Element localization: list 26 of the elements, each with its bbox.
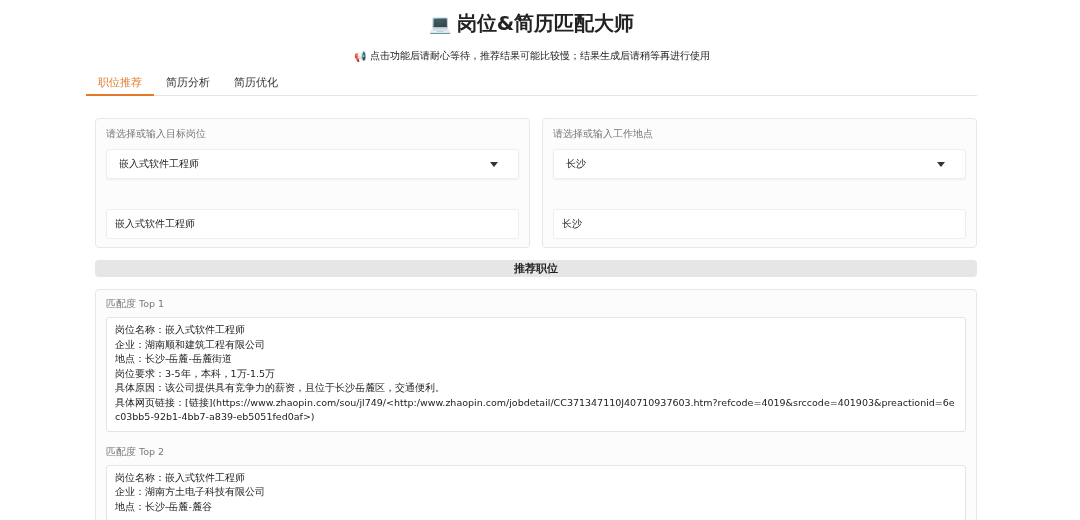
result-line: 企业：湖南顺和建筑工程有限公司 [115, 337, 266, 352]
field-label: 请选择或输入工作地点 [553, 127, 654, 141]
notice-text: 点击功能后请耐心等待，推荐结果可能比较慢；结果生成后请稍等再进行使用 [369, 49, 710, 63]
result-line: 岗位名称：嵌入式软件工程师 [115, 323, 246, 337]
result-label: 匹配度 Top 2 [106, 445, 166, 459]
result-line: 企业：湖南方土电子科技有限公司 [115, 485, 266, 499]
laptop-icon: 💻 [428, 13, 451, 34]
result-line: 地点：长沙-岳麓-岳麓街道 [115, 352, 233, 366]
megaphone-icon: 📢 [353, 50, 366, 62]
result-line: 地点：长沙-岳麓-麓谷 [115, 499, 213, 514]
result-line: 具体原因：该公司提供具有竞争力的薪资，且位于长沙岳麓区，交通便利。 [115, 381, 446, 395]
dropdown[interactable]: 长沙 [553, 149, 966, 179]
app-title: 岗位&简历匹配大师 [456, 10, 635, 37]
result-line: 岗位要求：3-5年，本科，1万-1.5万 [115, 366, 277, 381]
result-line: 具体网页链接：[链接](https://www.zhaopin.com/sou/jl749/<http:/www.zhaopin.com/jobdetail/CC371347110J40710937603.htm?refcode=4019&srccode=401903&preactionid=6ec03bb5-92b1-4bb7-a839-eb5051fed0af>) [115, 395, 956, 424]
dropdown[interactable]: 嵌入式软件工程师 [106, 149, 519, 179]
field-label: 请选择或输入目标岗位 [106, 127, 207, 141]
input-field[interactable]: 长沙 [553, 209, 966, 239]
recommend-button[interactable]: 推荐职位 [95, 260, 977, 277]
tab[interactable]: 简历分析 [154, 75, 222, 96]
tab[interactable]: 简历优化 [222, 75, 290, 96]
result-line: 岗位名称：嵌入式软件工程师 [115, 470, 246, 485]
result-label: 匹配度 Top 1 [106, 298, 166, 311]
input-field[interactable]: 嵌入式软件工程师 [106, 209, 519, 239]
caret-icon [937, 161, 945, 167]
caret-icon [490, 161, 498, 167]
